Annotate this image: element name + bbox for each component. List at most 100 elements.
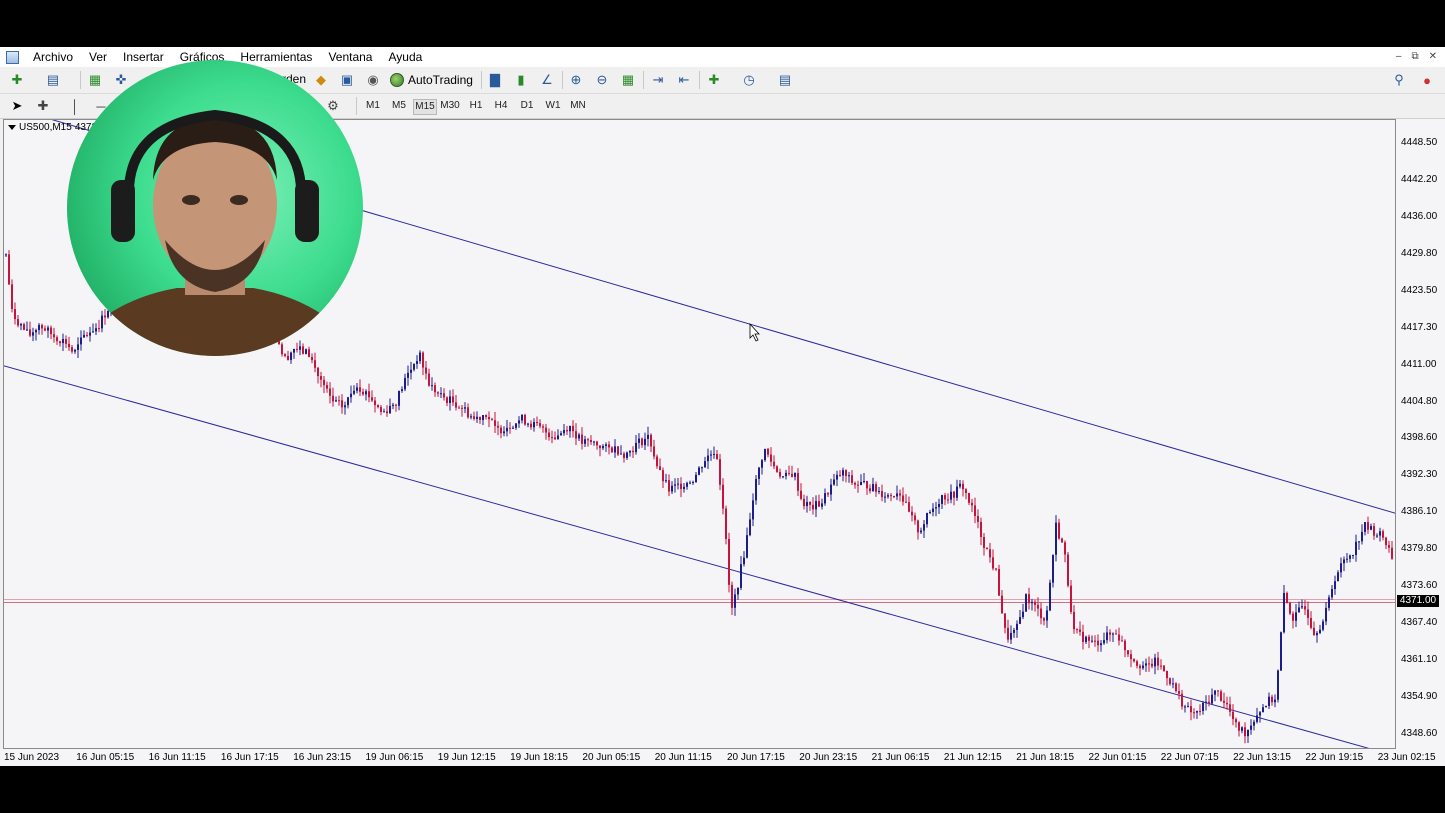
line-chart-icon[interactable]: ∠ xyxy=(538,71,556,89)
candle-body xyxy=(410,369,412,373)
price-tick: 4411.00 xyxy=(1401,358,1437,370)
candle-body xyxy=(1340,563,1342,573)
tile-windows-icon[interactable]: ▦ xyxy=(619,71,637,89)
tf-h1[interactable]: H1 xyxy=(465,99,487,113)
tf-m30[interactable]: M30 xyxy=(439,99,461,113)
candle-body xyxy=(770,454,772,462)
tf-m1[interactable]: M1 xyxy=(362,99,384,113)
profiles-icon[interactable]: ▤ xyxy=(44,71,62,89)
minimize-icon[interactable]: – xyxy=(1396,47,1402,67)
new-chart-icon[interactable]: ✚ xyxy=(8,71,26,89)
candle-body xyxy=(56,337,58,342)
time-axis[interactable]: 15 Jun 2023 16 Jun 05:15 16 Jun 11:15 16 Ju… xyxy=(0,749,1445,766)
restore-icon[interactable]: ⧉ xyxy=(1411,47,1418,67)
candle-body xyxy=(536,422,538,424)
candle-body xyxy=(680,483,682,489)
candle-body xyxy=(1100,643,1102,646)
candle-body xyxy=(374,400,376,406)
zoom-out-icon[interactable]: ⊖ xyxy=(593,71,611,89)
candle-body xyxy=(26,329,28,331)
candle-body xyxy=(1235,719,1237,723)
templates-icon[interactable]: ▤ xyxy=(776,71,794,89)
candle-body xyxy=(521,414,523,421)
candle-body xyxy=(461,407,463,409)
candle-body xyxy=(440,393,442,395)
candle-body xyxy=(341,400,343,408)
candle-body xyxy=(413,363,415,370)
price-tick: 4373.60 xyxy=(1401,580,1438,592)
bar-chart-icon[interactable]: ▇ xyxy=(486,71,504,89)
candle-body xyxy=(593,441,595,443)
periods-icon[interactable]: ◷ xyxy=(740,71,758,89)
search-icon[interactable]: ⚲ xyxy=(1390,71,1408,89)
candle-body xyxy=(1211,694,1213,704)
candle-body xyxy=(1238,722,1240,731)
time-tick: 22 Jun 01:15 xyxy=(1088,752,1147,763)
candle-body xyxy=(1184,706,1186,708)
candle-body xyxy=(359,387,361,392)
close-icon[interactable]: ✕ xyxy=(1429,47,1437,67)
time-tick: 19 Jun 06:15 xyxy=(365,752,424,763)
candle-body xyxy=(362,391,364,395)
chart-shift-icon[interactable]: ⇥ xyxy=(649,71,667,89)
candle-body xyxy=(1241,727,1243,731)
candle-body xyxy=(1094,640,1096,642)
tf-m5[interactable]: M5 xyxy=(388,99,410,113)
signals-icon[interactable]: ◉ xyxy=(364,71,382,89)
candle-body xyxy=(689,482,691,484)
candle-body xyxy=(1388,545,1390,548)
tf-mn[interactable]: MN xyxy=(567,99,589,113)
candle-body xyxy=(1220,691,1222,701)
candle-body xyxy=(800,490,802,499)
candle-body xyxy=(1205,701,1207,703)
window-controls: – ⧉ ✕ xyxy=(1396,47,1437,67)
candle-body xyxy=(1271,696,1273,703)
candle-body xyxy=(494,420,496,426)
candle-body xyxy=(650,434,652,447)
candle-body xyxy=(878,491,880,493)
autotrading-label: AutoTrading xyxy=(408,73,473,87)
candlestick-icon[interactable]: ▮ xyxy=(512,71,530,89)
tf-d1[interactable]: D1 xyxy=(516,99,538,113)
candle-body xyxy=(872,484,874,492)
price-tick: 4348.60 xyxy=(1401,728,1438,739)
candle-body xyxy=(455,402,457,408)
crosshair-icon[interactable]: ✚ xyxy=(34,97,52,115)
candle-body xyxy=(1373,526,1375,536)
candle-body xyxy=(473,416,475,419)
tf-m15[interactable]: M15 xyxy=(413,99,437,115)
zoom-in-icon[interactable]: ⊕ xyxy=(567,71,585,89)
candle-body xyxy=(584,439,586,444)
candle-body xyxy=(1367,522,1369,530)
candle-body xyxy=(500,427,502,434)
candle-body xyxy=(1364,522,1366,532)
cursor-icon[interactable]: ➤ xyxy=(8,97,26,115)
price-axis[interactable]: 4448.50 4442.20 4436.00 4429.80 4423.50 4417.… xyxy=(1396,119,1445,749)
candle-body xyxy=(1379,531,1381,536)
candle-body xyxy=(806,502,808,507)
notifications-icon[interactable]: ● xyxy=(1418,71,1436,89)
candle-body xyxy=(38,324,40,331)
candle-body xyxy=(323,379,325,386)
candle-body xyxy=(1073,611,1075,630)
autoscroll-icon[interactable]: ⇤ xyxy=(675,71,693,89)
candle-body xyxy=(344,405,346,408)
collapse-triangle-icon[interactable] xyxy=(8,125,16,130)
candle-body xyxy=(590,440,592,443)
candle-body xyxy=(464,407,466,409)
candle-body xyxy=(1007,627,1009,640)
candle-body xyxy=(851,475,853,483)
tf-h4[interactable]: H4 xyxy=(490,99,512,113)
candle-body xyxy=(1178,691,1180,694)
candle-body xyxy=(1091,640,1093,642)
candle-body xyxy=(1190,706,1192,713)
tf-w1[interactable]: W1 xyxy=(542,99,564,113)
menu-ayuda[interactable]: Ayuda xyxy=(380,47,430,67)
candle-body xyxy=(647,434,649,439)
candle-body xyxy=(320,376,322,380)
channel-lower-line[interactable] xyxy=(4,365,1395,748)
indicators-icon[interactable]: ✚ xyxy=(705,71,723,89)
candle-body xyxy=(677,483,679,485)
autotrading-button[interactable]: AutoTrading xyxy=(390,70,473,90)
candle-body xyxy=(686,482,688,487)
